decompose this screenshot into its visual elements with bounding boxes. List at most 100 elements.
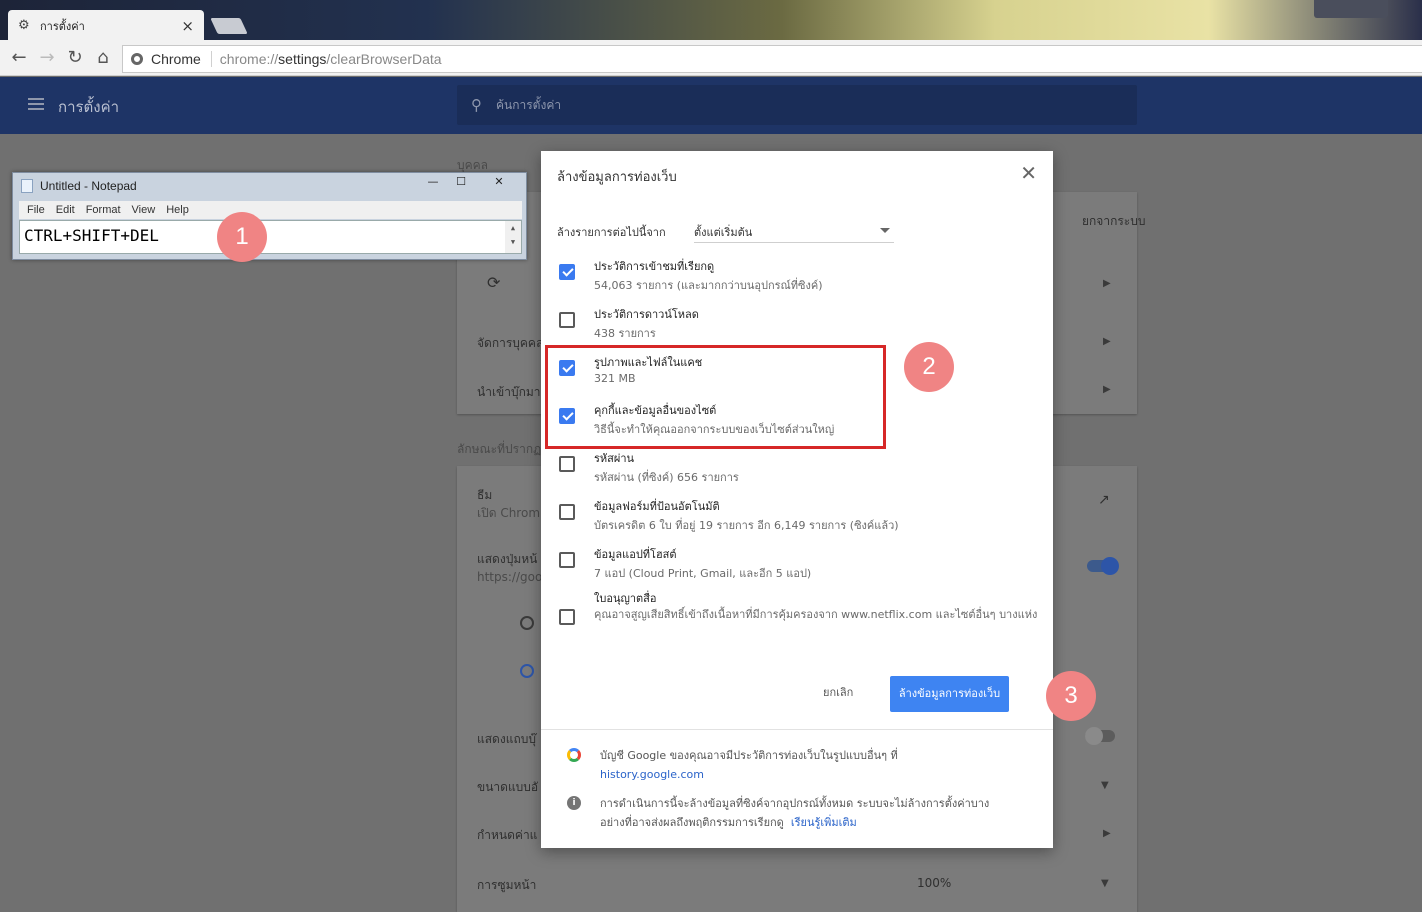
customize-fonts-row[interactable]: กำหนดค่าแ [477, 826, 537, 845]
info-icon: i [567, 796, 581, 810]
google-icon [567, 748, 581, 762]
sync-note: การดำเนินการนี้จะล้างข้อมูลที่ซิงค์จากอุ… [600, 797, 990, 829]
option-title: รหัสผ่าน [594, 452, 635, 465]
step-marker-3: 3 [1046, 671, 1096, 721]
menu-format[interactable]: Format [86, 204, 121, 216]
menu-view[interactable]: View [132, 204, 156, 216]
import-bookmarks-row[interactable]: นำเข้าบุ๊กมา [477, 383, 541, 402]
chevron-right-icon[interactable]: ▶ [1103, 384, 1111, 395]
close-icon[interactable]: ✕ [1020, 163, 1037, 183]
option-hosted-app-data[interactable]: ข้อมูลแอปที่โฮสต์ 7 แอป (Cloud Print, Gm… [557, 545, 1047, 589]
option-title: ข้อมูลฟอร์มที่ป้อนอัตโนมัติ [594, 500, 720, 513]
manage-people-row[interactable]: จัดการบุคคล [477, 334, 543, 353]
address-bar[interactable]: Chrome chrome://settings/clearBrowserDat… [122, 45, 1422, 73]
checkbox-autofill[interactable] [559, 504, 575, 520]
browser-toolbar: ← → ↻ ⌂ Chrome chrome://settings/clearBr… [0, 40, 1422, 76]
bookmarks-bar-toggle[interactable] [1085, 727, 1115, 745]
tab-close-icon[interactable]: × [181, 17, 194, 35]
menu-help[interactable]: Help [166, 204, 189, 216]
theme-row-sub: เปิด Chrom [477, 506, 541, 520]
chevron-right-icon[interactable]: ▶ [1103, 336, 1111, 347]
settings-title: การตั้งค่า [58, 98, 120, 116]
option-title: ประวัติการดาวน์โหลด [594, 308, 699, 321]
option-detail: 7 แอป (Cloud Print, Gmail, และอีก 5 แอป) [594, 567, 812, 580]
bookmarks-bar-row: แสดงแถบบุ๊ [477, 732, 536, 746]
step-marker-2: 2 [904, 342, 954, 392]
back-icon[interactable]: ← [5, 44, 33, 72]
notepad-window: Untitled - Notepad — ☐ ✕ File Edit Forma… [12, 172, 527, 260]
checkbox-passwords[interactable] [559, 456, 575, 472]
menu-edit[interactable]: Edit [56, 204, 75, 216]
maximize-button[interactable]: ☐ [449, 175, 473, 191]
window-controls[interactable] [1314, 0, 1388, 18]
menu-icon[interactable] [28, 98, 44, 110]
option-detail: คุณอาจสูญเสียสิทธิ์เข้าถึงเนื้อหาที่มีกา… [594, 608, 1038, 621]
url-text: chrome://settings/clearBrowserData [219, 51, 442, 67]
option-title: ข้อมูลแอปที่โฮสต์ [594, 548, 677, 561]
option-media-licenses[interactable]: ใบอนุญาตสื่อ คุณอาจสูญเสียสิทธิ์เข้าถึงเ… [557, 589, 1047, 649]
highlight-box [545, 345, 886, 449]
sync-icon: ⟳ [487, 273, 501, 292]
section-appearance-heading: ลักษณะที่ปรากฏ [457, 442, 542, 456]
time-range-value: ตั้งแต่เริ่มต้น [694, 226, 753, 239]
option-detail: 438 รายการ [594, 327, 656, 340]
home-icon[interactable]: ⌂ [89, 44, 117, 72]
notepad-icon [21, 179, 33, 193]
search-icon: ⚲ [471, 96, 482, 114]
notepad-close-button[interactable]: ✕ [479, 175, 519, 191]
notepad-content: CTRL+SHIFT+DEL [24, 226, 159, 245]
clear-data-button[interactable]: ล้างข้อมูลการท่องเว็บ [890, 676, 1009, 712]
home-url-text: https://goo [477, 570, 543, 584]
tab-title: การตั้งค่า [40, 20, 85, 33]
chevron-right-icon[interactable]: ▶ [1103, 278, 1111, 289]
notepad-text-area[interactable]: CTRL+SHIFT+DEL ▲ ▼ [19, 220, 522, 254]
dropdown-arrow-icon[interactable]: ▼ [1101, 780, 1109, 791]
history-link[interactable]: history.google.com [600, 768, 704, 781]
page-zoom-value[interactable]: 100% [917, 876, 951, 890]
forward-icon[interactable]: → [33, 44, 61, 72]
option-detail: รหัสผ่าน (ที่ซิงค์) 656 รายการ [594, 471, 739, 484]
new-tab-button[interactable] [210, 18, 248, 34]
google-account-note: บัญชี Google ของคุณอาจมีประวัติการท่องเว… [600, 749, 898, 781]
radio-new-tab[interactable] [520, 616, 534, 630]
option-browsing-history[interactable]: ประวัติการเข้าชมที่เรียกดู 54,063 รายการ… [557, 257, 1047, 301]
theme-row[interactable]: ธีม [477, 486, 492, 505]
option-detail: 54,063 รายการ (และมากกว่าบนอุปกรณ์ที่ซิง… [594, 279, 823, 292]
time-range-select[interactable]: ตั้งแต่เริ่มต้น [694, 219, 894, 243]
omnibox-chip: Chrome [151, 51, 212, 67]
chevron-right-icon[interactable]: ▶ [1103, 828, 1111, 839]
clear-browsing-data-dialog: ล้างข้อมูลการท่องเว็บ ✕ ล้างรายการต่อไปน… [541, 151, 1053, 848]
option-download-history[interactable]: ประวัติการดาวน์โหลด 438 รายการ [557, 305, 1047, 349]
dropdown-arrow-icon[interactable]: ▼ [1101, 878, 1109, 889]
checkbox-hosted-app-data[interactable] [559, 552, 575, 568]
option-autofill[interactable]: ข้อมูลฟอร์มที่ป้อนอัตโนมัติ บัตรเครดิต 6… [557, 497, 1047, 541]
checkbox-media-licenses[interactable] [559, 609, 575, 625]
search-placeholder: ค้นการตั้งค่า [496, 97, 562, 112]
chrome-icon [131, 53, 143, 65]
notepad-title: Untitled - Notepad [40, 179, 137, 193]
scrollbar[interactable]: ▲ ▼ [505, 221, 521, 253]
radio-custom-url[interactable] [520, 664, 534, 678]
checkbox-download-history[interactable] [559, 312, 575, 328]
cancel-button[interactable]: ยกเลิก [823, 683, 853, 701]
notepad-menubar: File Edit Format View Help [19, 201, 522, 219]
home-button-toggle[interactable] [1087, 557, 1119, 575]
step-marker-1: 1 [217, 212, 267, 262]
menu-file[interactable]: File [27, 204, 45, 216]
option-passwords[interactable]: รหัสผ่าน รหัสผ่าน (ที่ซิงค์) 656 รายการ [557, 449, 1047, 493]
chevron-down-icon [880, 228, 890, 233]
open-external-icon[interactable]: ↗ [1098, 492, 1110, 508]
checkbox-browsing-history[interactable] [559, 264, 575, 280]
settings-search-input[interactable]: ⚲ ค้นการตั้งค่า [457, 85, 1137, 125]
learn-more-link[interactable]: เรียนรู้เพิ่มเติม [791, 816, 857, 829]
reload-icon[interactable]: ↻ [61, 44, 89, 72]
tab-strip: ⚙ การตั้งค่า × [0, 0, 1422, 42]
dialog-footer: บัญชี Google ของคุณอาจมีประวัติการท่องเว… [541, 729, 1053, 848]
tab-settings[interactable]: ⚙ การตั้งค่า × [8, 10, 204, 42]
dialog-title: ล้างข้อมูลการท่องเว็บ [557, 170, 677, 185]
minimize-button[interactable]: — [421, 175, 445, 191]
home-button-row: แสดงปุ่มหน้ [477, 552, 538, 566]
option-detail: บัตรเครดิต 6 ใบ ที่อยู่ 19 รายการ อีก 6,… [594, 519, 899, 532]
font-size-row: ขนาดแบบอั [477, 780, 539, 794]
time-range-label: ล้างรายการต่อไปนี้จาก [557, 226, 666, 239]
